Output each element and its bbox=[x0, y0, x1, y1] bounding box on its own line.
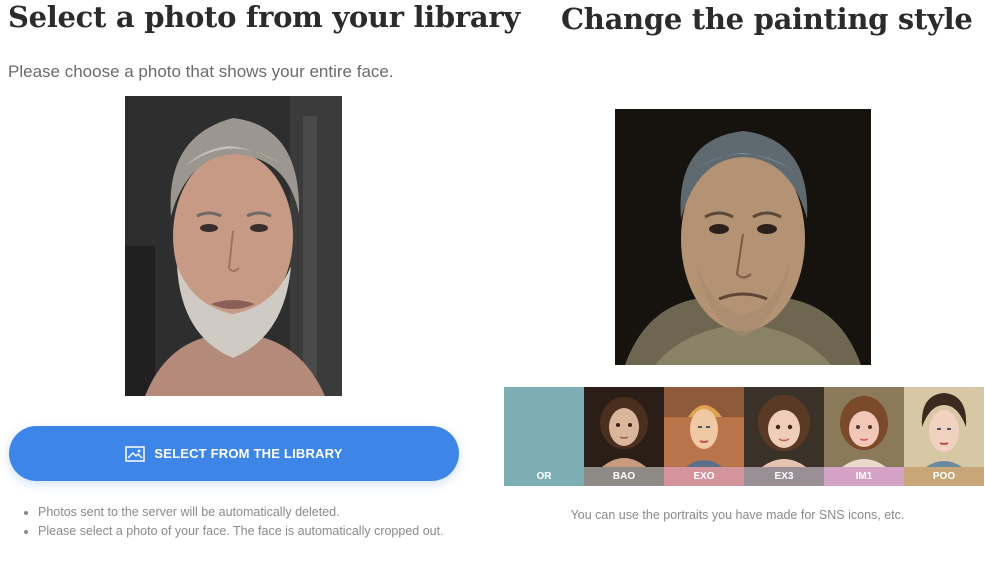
style-thumbnail-im1 bbox=[824, 387, 904, 467]
style-selector: OR BAO EXO EX3 IM1 POO bbox=[504, 387, 984, 486]
painting-style-section: Change the painting style OR BAO EXO EX3… bbox=[490, 0, 985, 573]
style-label: BAO bbox=[584, 467, 664, 486]
style-option-exo[interactable]: EXO bbox=[664, 387, 744, 486]
style-label: POO bbox=[904, 467, 984, 486]
style-thumbnail-exo bbox=[664, 387, 744, 467]
select-photo-title: Select a photo from your library bbox=[8, 0, 520, 34]
style-label: OR bbox=[504, 467, 584, 486]
select-button-label: SELECT FROM THE LIBRARY bbox=[154, 446, 343, 461]
style-label: EX3 bbox=[744, 467, 824, 486]
select-from-library-button[interactable]: SELECT FROM THE LIBRARY bbox=[9, 426, 459, 481]
style-thumbnail-poo bbox=[904, 387, 984, 467]
style-option-im1[interactable]: IM1 bbox=[824, 387, 904, 486]
image-icon bbox=[125, 445, 146, 462]
painted-portrait-result bbox=[615, 109, 871, 365]
portrait-usage-hint: You can use the portraits you have made … bbox=[570, 508, 905, 522]
style-option-or[interactable]: OR bbox=[504, 387, 584, 486]
painting-style-title: Change the painting style bbox=[561, 2, 973, 36]
style-option-poo[interactable]: POO bbox=[904, 387, 984, 486]
photo-select-section: Select a photo from your library Please … bbox=[0, 0, 520, 573]
style-thumbnail-bao bbox=[584, 387, 664, 467]
style-label: IM1 bbox=[824, 467, 904, 486]
style-option-bao[interactable]: BAO bbox=[584, 387, 664, 486]
painted-face-image bbox=[615, 109, 871, 365]
note-item: Photos sent to the server will be automa… bbox=[38, 503, 478, 522]
user-face-image bbox=[125, 96, 342, 396]
note-item: Please select a photo of your face. The … bbox=[38, 522, 478, 541]
select-photo-instructions: Please choose a photo that shows your en… bbox=[8, 62, 394, 81]
style-option-ex3[interactable]: EX3 bbox=[744, 387, 824, 486]
user-photo-preview bbox=[125, 96, 342, 396]
style-thumbnail-ex3 bbox=[744, 387, 824, 467]
upload-notes-list: Photos sent to the server will be automa… bbox=[20, 503, 478, 541]
style-label: EXO bbox=[664, 467, 744, 486]
